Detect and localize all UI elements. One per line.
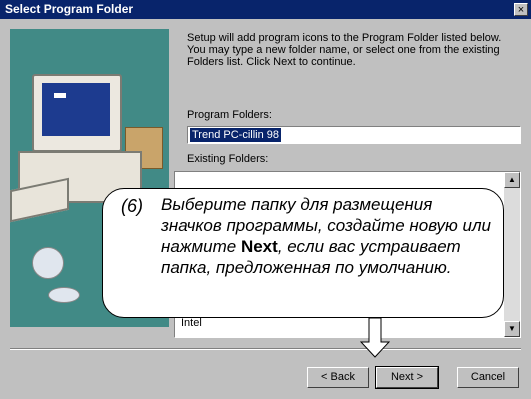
callout-next-word: Next [240,237,278,256]
program-folder-input[interactable]: Trend PC-cillin 98 [187,126,521,144]
cd-disc-icon [32,247,64,279]
down-arrow-icon [360,318,390,358]
close-button[interactable]: × [514,3,528,16]
scroll-down-button[interactable]: ▼ [504,321,520,337]
window-title: Select Program Folder [5,2,134,16]
callout-step-number: (6) [121,196,143,216]
close-icon: × [517,4,525,16]
program-folder-value: Trend PC-cillin 98 [190,128,282,142]
list-item[interactable]: Intel [181,317,202,329]
program-folders-label: Program Folders: [187,109,272,121]
back-button[interactable]: < Back [307,367,369,388]
annotation-callout: (6) Выберите папку для размещения значко… [102,188,504,318]
instructions-text: Setup will add program icons to the Prog… [187,32,502,68]
monitor-icon [32,74,122,152]
cancel-button[interactable]: Cancel [457,367,519,388]
existing-folders-label: Existing Folders: [187,153,269,165]
scroll-up-button[interactable]: ▲ [504,172,520,188]
callout-text: Выберите папку для размещения значков пр… [161,195,492,277]
list-scrollbar[interactable]: ▲ ▼ [504,172,520,337]
divider [10,348,521,350]
chevron-down-icon: ▼ [508,324,516,333]
cd-disc-icon [48,287,80,303]
next-button[interactable]: Next > [375,366,439,389]
title-bar: Select Program Folder × [0,0,531,19]
chevron-up-icon: ▲ [508,175,516,184]
